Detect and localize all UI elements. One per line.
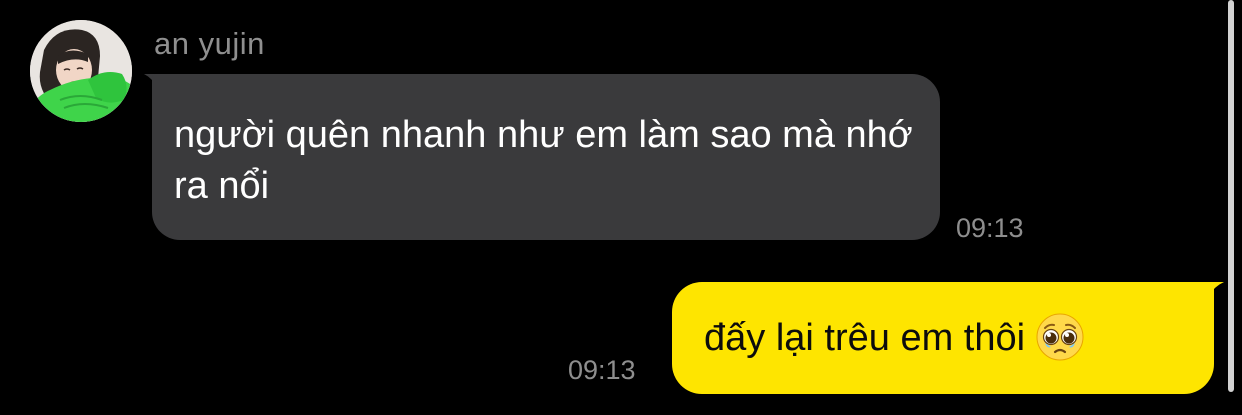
chat-view: an yujin người quên nhanh như em làm sao… <box>0 0 1242 415</box>
sender-avatar[interactable] <box>30 20 132 122</box>
sender-name: an yujin <box>154 26 265 61</box>
incoming-message-time: 09:13 <box>956 213 1024 243</box>
outgoing-message-time: 09:13 <box>568 355 636 385</box>
avatar-photo-icon <box>30 20 132 122</box>
outgoing-message-text: đấy lại trêu em thôi <box>704 317 1026 359</box>
scrollbar[interactable] <box>1228 0 1234 392</box>
pleading-face-emoji-icon <box>1036 313 1084 361</box>
incoming-message-bubble[interactable]: người quên nhanh như em làm sao mà nhớ r… <box>152 74 940 240</box>
incoming-message-text: người quên nhanh như em làm sao mà nhớ r… <box>174 114 913 207</box>
outgoing-message-bubble[interactable]: đấy lại trêu em thôi <box>672 282 1214 394</box>
